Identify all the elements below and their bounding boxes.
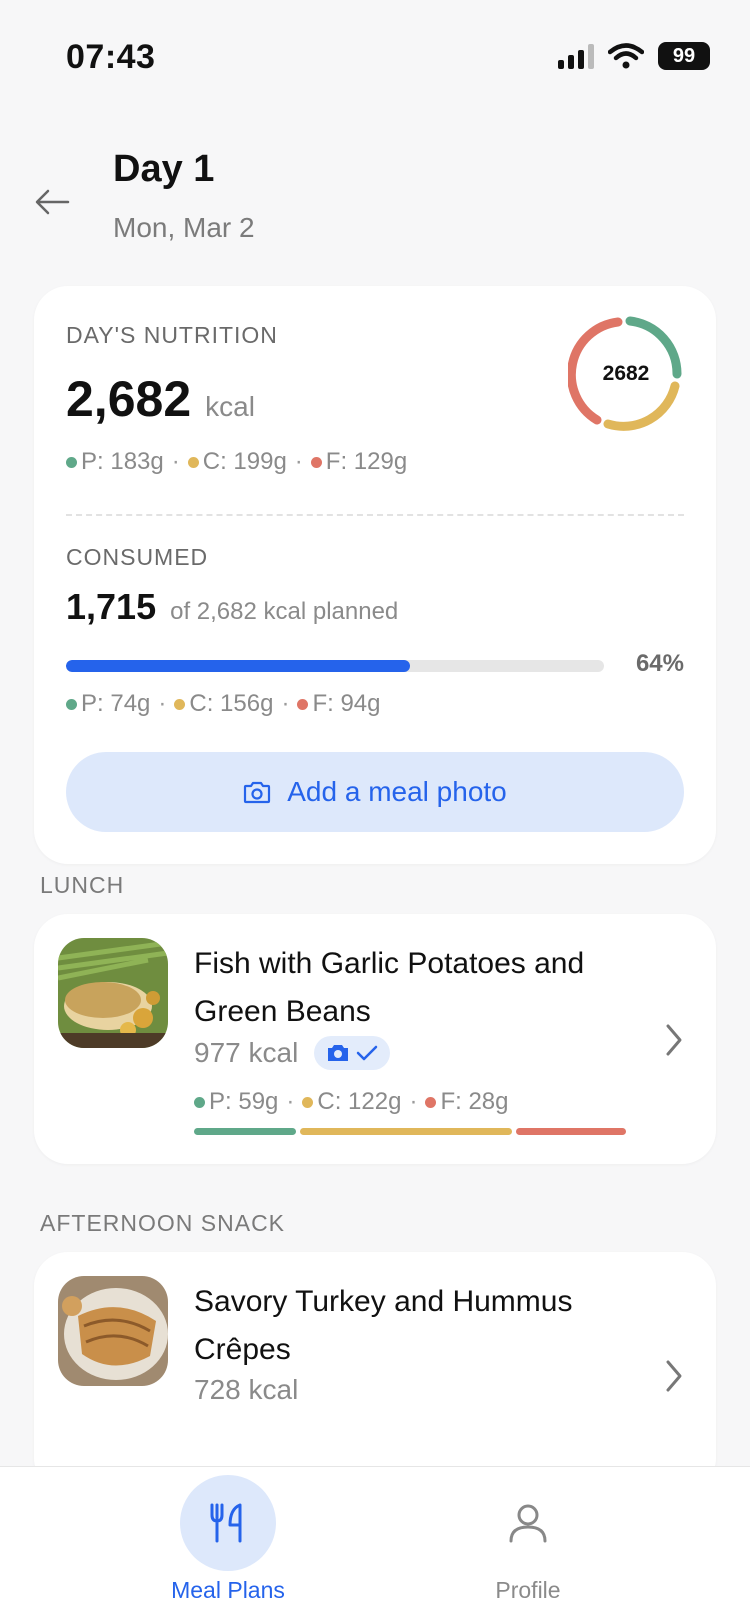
fat-bar: [516, 1128, 626, 1135]
status-time: 07:43: [66, 38, 156, 76]
fat-value: F: 94g: [312, 690, 381, 717]
meal-macros: P: 59g · C: 122g · F: 28g: [194, 1088, 509, 1116]
fat-value: F: 129g: [325, 448, 408, 475]
add-meal-photo-button[interactable]: Add a meal photo: [66, 752, 684, 832]
meal-card-afternoon-snack[interactable]: Savory Turkey and Hummus Crêpes 728 kcal: [34, 1252, 716, 1492]
consumed-title: CONSUMED: [66, 544, 209, 570]
consumed-subtitle: of 2,682 kcal planned: [170, 598, 399, 625]
fat-dot: [425, 1096, 437, 1108]
page-date: Mon, Mar 2: [113, 212, 255, 243]
nutrition-title: DAY'S NUTRITION: [66, 322, 278, 348]
meal-photo: [58, 1276, 168, 1386]
photo-logged-badge: [314, 1036, 391, 1070]
section-label-afternoon-snack: AFTERNOON SNACK: [40, 1210, 286, 1236]
ring-kcal-label: 2682: [602, 362, 650, 385]
carbs-dot: [187, 456, 199, 468]
person-icon: [509, 1504, 547, 1543]
nutrition-card: DAY'S NUTRITION 2,682 kcal 2682 P: 183g …: [34, 286, 716, 864]
meal-name: Fish with Garlic Potatoes and Green Bean…: [194, 947, 585, 1028]
macro-split-bar: [194, 1128, 626, 1135]
progress-percent: 64%: [635, 650, 684, 677]
progress-fill: [66, 660, 411, 672]
kcal-unit: kcal: [205, 391, 255, 422]
camera-icon: [328, 1045, 349, 1061]
planned-macros: P: 183g · C: 199g · F: 129g: [66, 448, 407, 476]
bottom-nav: Meal Plans Profile: [0, 1466, 750, 1624]
back-button[interactable]: [30, 180, 74, 224]
carbs-value: C: 122g: [317, 1088, 402, 1115]
meal-kcal-row: 977 kcal: [194, 1036, 391, 1070]
carbs-dot: [302, 1096, 314, 1108]
fat-dot: [310, 456, 322, 468]
meal-photo: [58, 938, 168, 1048]
status-icons: 99: [558, 42, 710, 70]
carbs-dot: [174, 698, 186, 710]
camera-icon: [244, 781, 271, 804]
status-bar: 07:43 99: [0, 0, 750, 110]
chevron-right-icon: [666, 1360, 682, 1392]
meal-name: Savory Turkey and Hummus Crêpes: [194, 1285, 573, 1366]
fat-dot: [297, 698, 309, 710]
protein-value: P: 183g: [81, 448, 164, 475]
chevron-right-icon: [666, 1024, 682, 1056]
protein-value: P: 59g: [209, 1088, 279, 1115]
meal-kcal: 977 kcal: [194, 1037, 299, 1068]
page-header: Day 1 Mon, Mar 2: [0, 140, 750, 260]
protein-bar: [194, 1128, 296, 1135]
nav-profile-label: Profile: [495, 1577, 561, 1603]
cellular-signal-icon: [558, 43, 594, 69]
nav-meal-plans-label: Meal Plans: [171, 1577, 285, 1603]
consumed-macros: P: 74g · C: 156g · F: 94g: [66, 690, 381, 718]
protein-dot: [194, 1096, 205, 1108]
meal-kcal: 728 kcal: [194, 1374, 299, 1405]
back-arrow-icon: [35, 189, 70, 215]
protein-dot: [66, 456, 77, 468]
carbs-value: C: 199g: [202, 448, 287, 475]
check-icon: [357, 1045, 378, 1061]
protein-value: P: 74g: [81, 690, 151, 717]
nav-meal-plans[interactable]: Meal Plans: [128, 1467, 328, 1624]
wifi-icon: [608, 43, 644, 69]
divider: [66, 514, 684, 516]
fork-knife-icon: [210, 1503, 242, 1543]
nav-meal-plans-icon-wrap: [180, 1475, 276, 1571]
planned-kcal: 2,682: [66, 371, 192, 427]
section-label-lunch: LUNCH: [40, 872, 125, 898]
fat-value: F: 28g: [440, 1088, 509, 1115]
protein-dot: [66, 698, 77, 710]
planned-kcal-row: 2,682 kcal: [66, 370, 255, 428]
add-meal-photo-label: Add a meal photo: [287, 776, 507, 807]
meal-card-lunch[interactable]: Fish with Garlic Potatoes and Green Bean…: [34, 914, 716, 1164]
page-title: Day 1: [113, 148, 215, 190]
battery-indicator: 99: [658, 42, 710, 70]
consumed-kcal: 1,715: [66, 586, 157, 627]
consumed-progress-bar: [66, 660, 604, 672]
nav-profile[interactable]: Profile: [428, 1467, 628, 1624]
meal-kcal-row: 728 kcal: [194, 1374, 298, 1406]
carbs-bar: [300, 1128, 512, 1135]
consumed-row: 1,715 of 2,682 kcal planned: [66, 586, 398, 628]
nav-profile-icon-wrap: [480, 1475, 576, 1571]
carbs-value: C: 156g: [189, 690, 274, 717]
